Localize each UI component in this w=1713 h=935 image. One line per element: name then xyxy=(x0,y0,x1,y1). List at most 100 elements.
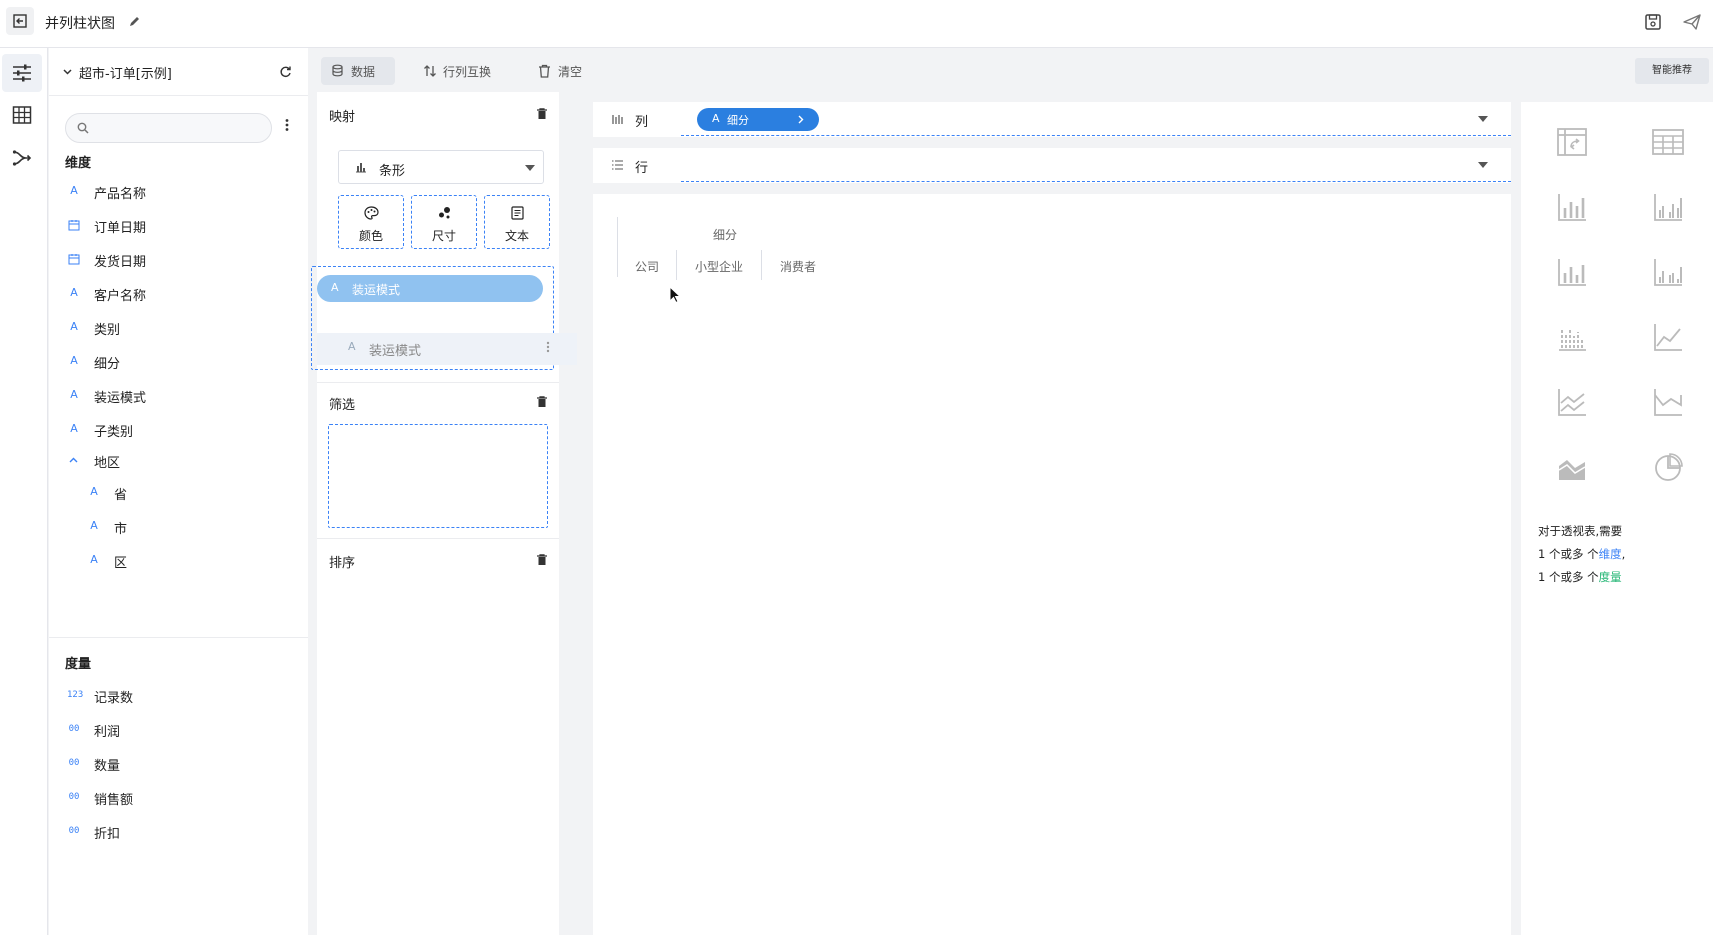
pie-chart-icon[interactable] xyxy=(1651,450,1685,484)
bar-chart-icon[interactable] xyxy=(1555,190,1589,224)
measure-field[interactable]: 00 销售额 xyxy=(67,788,287,810)
table-chart-icon[interactable] xyxy=(1651,125,1685,159)
text-type-icon: A xyxy=(712,112,720,125)
text-type-icon: A xyxy=(90,519,98,532)
datasource-name: 超市-订单[示例] xyxy=(79,67,172,82)
dimension-field[interactable]: A 子类别 xyxy=(67,420,287,442)
line-chart-icon[interactable] xyxy=(1651,320,1685,354)
multi-line-chart-icon[interactable] xyxy=(1555,385,1589,419)
chart-type-select[interactable]: 条形 xyxy=(338,150,544,184)
dimension-field[interactable]: A 客户名称 xyxy=(67,284,287,306)
chart-requirement-dimension: 1 个或多 个维度, xyxy=(1538,547,1626,561)
integer-type-icon: 123 xyxy=(67,690,84,700)
chart-requirement-measure: 1 个或多 个度量 xyxy=(1538,570,1622,584)
text-type-icon: A xyxy=(70,388,78,401)
bar-chart-icon xyxy=(356,163,366,173)
area-chart-icon[interactable] xyxy=(1555,450,1589,484)
mouse-cursor-icon xyxy=(669,286,681,304)
dimension-field[interactable]: A区 xyxy=(87,551,307,573)
pivot-table-chart-icon[interactable] xyxy=(1555,125,1589,159)
chart-type-list: 对于透视表,需要 1 个或多 个维度, 1 个或多 个度量 xyxy=(1521,102,1713,935)
field-search[interactable] xyxy=(65,113,272,143)
data-button[interactable]: 数据 xyxy=(321,57,395,85)
exit-icon xyxy=(13,14,27,28)
rail-flow-button[interactable] xyxy=(2,139,42,177)
caret-down-icon[interactable] xyxy=(1478,116,1488,122)
publish-send-icon[interactable] xyxy=(1682,12,1702,32)
pivot-column-value: 公司 xyxy=(635,260,660,274)
save-icon[interactable] xyxy=(1643,12,1663,32)
trash-icon[interactable] xyxy=(537,108,547,120)
top-bar: 并列柱状图 xyxy=(0,0,1713,48)
multi-bar-chart-icon[interactable] xyxy=(1555,320,1589,354)
text-type-icon: A xyxy=(70,184,78,197)
decimal-type-icon: 00 xyxy=(68,758,80,768)
pivot-divider xyxy=(761,250,762,280)
chevron-right-icon xyxy=(798,115,804,124)
area-line-chart-icon[interactable] xyxy=(1651,385,1685,419)
palette-icon xyxy=(364,206,379,220)
encoding-size[interactable]: 尺寸 xyxy=(411,195,477,249)
dragging-field-ghost[interactable]: A 装运模式 xyxy=(317,333,577,365)
dimension-field[interactable]: A 类别 xyxy=(67,318,287,340)
rows-shelf: 行 xyxy=(593,148,1511,183)
left-icon-rail xyxy=(0,48,48,935)
measure-field[interactable]: 00 折扣 xyxy=(67,822,287,844)
clear-button[interactable]: 清空 xyxy=(528,57,588,85)
text-type-icon: A xyxy=(90,485,98,498)
encoding-text[interactable]: 文本 xyxy=(484,195,550,249)
trash-icon xyxy=(539,64,550,78)
search-input[interactable] xyxy=(96,119,266,137)
calendar-icon xyxy=(67,218,81,232)
datasource-selector[interactable]: 超市-订单[示例] xyxy=(49,48,308,96)
measure-field[interactable]: 00 利润 xyxy=(67,720,287,742)
calendar-icon xyxy=(67,252,81,266)
dimension-field[interactable]: A省 xyxy=(87,483,307,505)
dimension-group-region[interactable]: 地区 xyxy=(67,451,287,473)
refresh-icon[interactable] xyxy=(279,65,292,78)
filter-drop-zone[interactable] xyxy=(328,424,548,528)
decimal-type-icon: 00 xyxy=(68,826,80,836)
dimension-field[interactable]: A 产品名称 xyxy=(67,182,287,204)
percent-bar-chart-icon[interactable] xyxy=(1651,255,1685,289)
dimension-field[interactable]: A市 xyxy=(87,517,307,539)
edit-title-icon[interactable] xyxy=(128,15,141,28)
encoded-field-pill[interactable]: A 装运模式 xyxy=(317,275,543,302)
swap-rows-columns-button[interactable]: 行列互换 xyxy=(413,57,495,85)
measures-title: 度量 xyxy=(65,657,92,672)
field-panel: 超市-订单[示例] 维度 A 产品名称 订单日期 发货日期 A 客户名称 A 类别 A… xyxy=(49,48,308,935)
back-button[interactable] xyxy=(6,7,34,35)
text-type-icon: A xyxy=(70,286,78,299)
caret-down-icon[interactable] xyxy=(1478,162,1488,168)
chevron-up-icon xyxy=(67,453,81,468)
chevron-down-icon xyxy=(63,67,72,76)
trash-icon[interactable] xyxy=(537,554,547,566)
dimension-field[interactable]: 订单日期 xyxy=(67,216,287,238)
measure-field[interactable]: 00 数量 xyxy=(67,754,287,776)
trash-icon[interactable] xyxy=(537,396,547,408)
dimensions-title: 维度 xyxy=(65,156,92,171)
more-options-icon[interactable] xyxy=(285,118,289,132)
more-options-icon xyxy=(546,341,550,353)
grouped-bar-chart-icon[interactable] xyxy=(1651,190,1685,224)
column-field-pill[interactable]: A 细分 xyxy=(697,108,819,131)
smart-recommend-button[interactable]: 智能推荐 xyxy=(1635,58,1709,84)
stacked-bar-chart-icon[interactable] xyxy=(1555,255,1589,289)
columns-icon xyxy=(612,115,623,124)
divider xyxy=(317,382,559,383)
dimension-field[interactable]: 发货日期 xyxy=(67,250,287,272)
dimension-field[interactable]: A 装运模式 xyxy=(67,386,287,408)
text-type-icon: A xyxy=(331,281,339,294)
columns-shelf: 列 A 细分 xyxy=(593,102,1511,137)
mapping-panel: 映射 条形 颜色 尺寸 文本 A 装运模式 A 装运模式 筛选 排序 xyxy=(311,92,577,935)
measure-field[interactable]: 123 记录数 xyxy=(67,686,287,708)
size-dots-icon xyxy=(439,207,450,219)
sort-title: 排序 xyxy=(329,556,356,571)
page-title: 并列柱状图 xyxy=(45,16,115,32)
encoding-color[interactable]: 颜色 xyxy=(338,195,404,249)
rail-table-button[interactable] xyxy=(2,96,42,134)
dimension-field[interactable]: A 细分 xyxy=(67,352,287,374)
rows-drop-zone[interactable] xyxy=(681,148,1511,182)
rail-config-button[interactable] xyxy=(2,54,42,92)
pivot-divider xyxy=(676,250,677,280)
